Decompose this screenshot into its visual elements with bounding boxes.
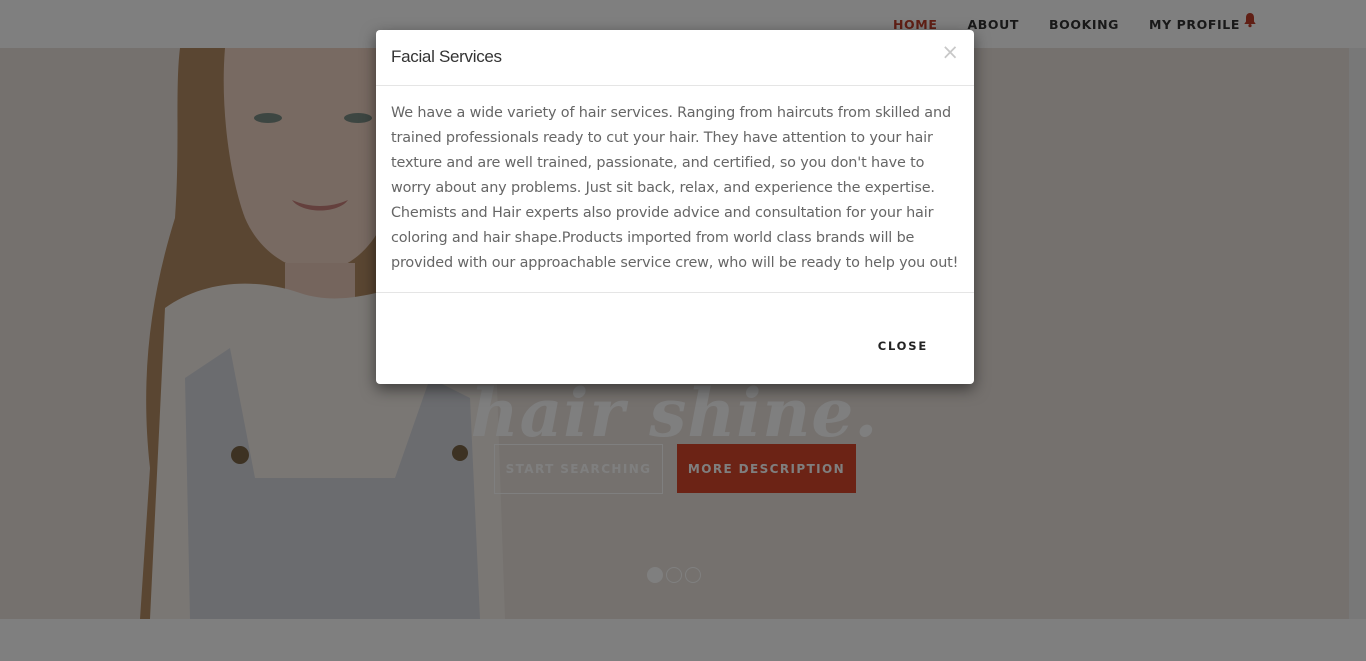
- modal-description: We have a wide variety of hair services.…: [391, 105, 959, 271]
- modal-footer: CLOSE: [376, 293, 974, 384]
- modal-header: Facial Services ×: [376, 30, 974, 86]
- close-button[interactable]: CLOSE: [878, 339, 928, 353]
- close-icon[interactable]: ×: [941, 40, 959, 64]
- facial-services-modal: Facial Services × We have a wide variety…: [376, 30, 974, 384]
- modal-title: Facial Services: [391, 47, 502, 66]
- modal-body: We have a wide variety of hair services.…: [376, 86, 974, 293]
